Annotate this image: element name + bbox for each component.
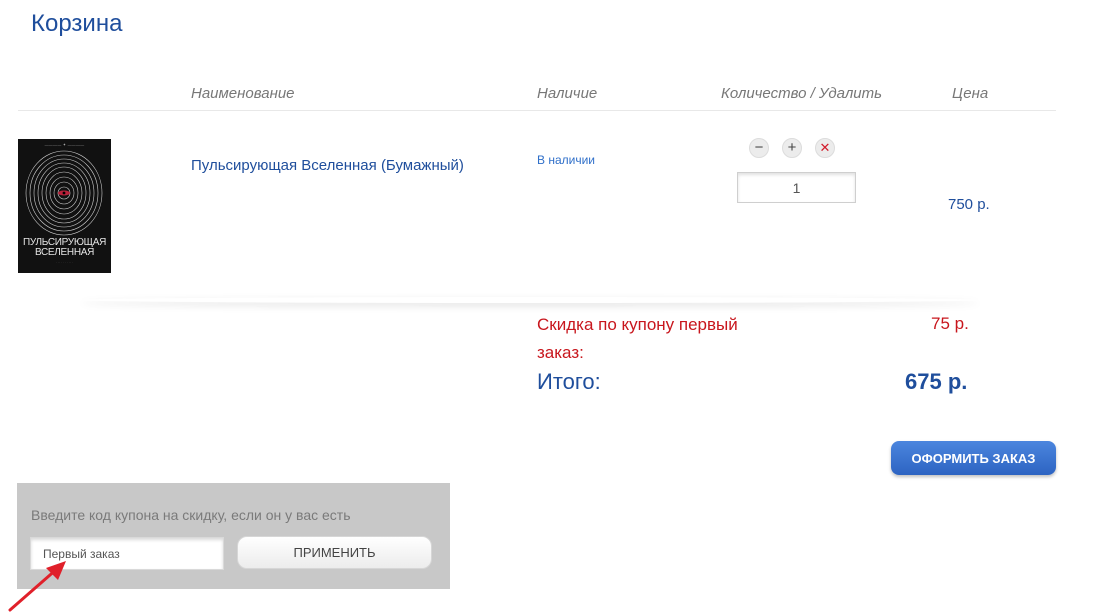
- header-name: Наименование: [191, 85, 295, 102]
- cover-subtitle-decoration: · · · · · · · · · ·: [55, 260, 74, 264]
- coupon-panel: Введите код купона на скидку, если он у …: [17, 483, 450, 589]
- minus-icon[interactable]: −: [749, 138, 769, 158]
- total-value: 675 р.: [905, 369, 968, 394]
- header-quantity: Количество / Удалить: [721, 85, 883, 102]
- discount-value: 75 р.: [931, 314, 969, 333]
- header-stock: Наличие: [537, 85, 598, 102]
- stock-status: В наличии: [537, 153, 596, 167]
- quantity-input[interactable]: [737, 172, 856, 203]
- item-price: 750 р.: [948, 196, 990, 213]
- cover-top-decoration: ———— ✦ ————: [44, 142, 85, 147]
- close-icon[interactable]: ✕: [815, 138, 835, 158]
- header-price: Цена: [952, 85, 989, 102]
- cover-vortex-art: [25, 150, 103, 236]
- total-label: Итого:: [537, 369, 601, 394]
- page-title: Корзина: [31, 10, 123, 37]
- discount-label: Скидка по купону первый заказ:: [537, 315, 738, 362]
- product-name-link[interactable]: Пульсирующая Вселенная (Бумажный): [191, 157, 464, 174]
- cover-title: ПУЛЬСИРУЮЩАЯ ВСЕЛЕННАЯ: [22, 237, 107, 258]
- apply-coupon-button[interactable]: ПРИМЕНИТЬ: [237, 536, 432, 569]
- book-cover-image[interactable]: ———— ✦ ———— ПУЛЬСИРУЮЩАЯ ВСЕЛЕННАЯ · · ·…: [18, 139, 111, 273]
- plus-icon[interactable]: +: [782, 138, 802, 158]
- coupon-hint: Введите код купона на скидку, если он у …: [31, 507, 351, 523]
- row-divider-shadow: [80, 297, 980, 303]
- checkout-button[interactable]: ОФОРМИТЬ ЗАКАЗ: [891, 441, 1056, 475]
- annotation-arrow-icon: [8, 561, 66, 612]
- cart-table-header: Наименование Наличие Количество / Удалит…: [18, 76, 1056, 111]
- cart-row: ———— ✦ ———— ПУЛЬСИРУЮЩАЯ ВСЕЛЕННАЯ · · ·…: [18, 111, 1056, 301]
